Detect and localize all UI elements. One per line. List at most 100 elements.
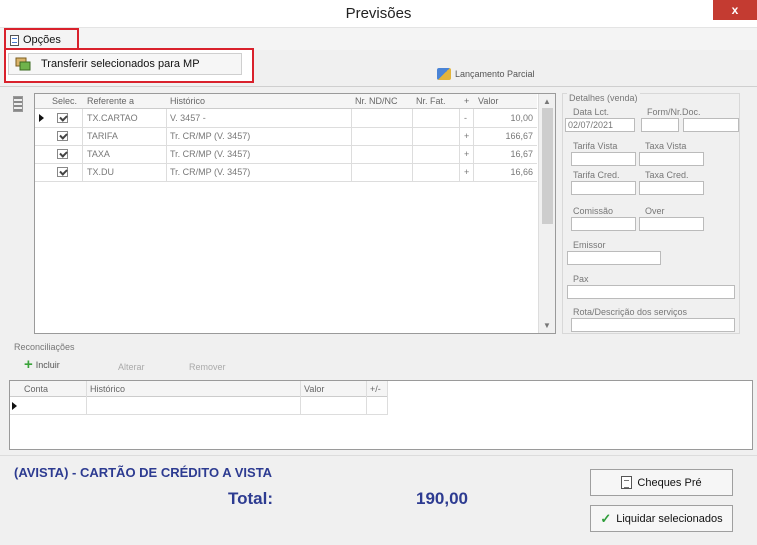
remover-button[interactable]: Remover — [189, 362, 226, 372]
taxa-vista-label: Taxa Vista — [645, 141, 687, 151]
emissor-field[interactable] — [567, 251, 661, 265]
col-divider — [366, 381, 367, 415]
row-historico: V. 3457 - — [170, 113, 206, 123]
data-lct-field[interactable]: 02/07/2021 — [565, 118, 635, 132]
col-valor[interactable]: Valor — [478, 96, 498, 106]
col-historico-recon[interactable]: Histórico — [90, 384, 125, 394]
over-field[interactable] — [639, 217, 704, 231]
comissao-label: Comissão — [573, 206, 614, 216]
table-row[interactable]: TARIFA Tr. CR/MP (V. 3457) + 166,67 — [35, 128, 537, 146]
taxa-vista-field[interactable] — [639, 152, 704, 166]
comissao-field[interactable] — [571, 217, 636, 231]
col-sinal[interactable]: + — [464, 96, 469, 106]
lancamento-parcial-icon — [437, 68, 451, 80]
row-historico: Tr. CR/MP (V. 3457) — [170, 167, 251, 177]
menu-opcoes[interactable]: Opções — [4, 28, 79, 50]
reconciliacoes-grid[interactable]: Conta Histórico Valor +/- — [9, 380, 753, 450]
taxa-cred-label: Taxa Cred. — [645, 170, 689, 180]
reconciliacoes-header: Conta Histórico Valor +/- — [10, 381, 388, 397]
col-sinal-recon[interactable]: +/- — [370, 384, 381, 394]
cheques-pre-button[interactable]: Cheques Pré — [590, 469, 733, 496]
tarifa-cred-field[interactable] — [571, 181, 636, 195]
menu-bar — [0, 28, 757, 50]
col-divider — [86, 381, 87, 415]
tarifa-cred-label: Tarifa Cred. — [573, 170, 620, 180]
row-divider — [10, 414, 388, 415]
liquidar-label: Liquidar selecionados — [616, 512, 723, 525]
form-nr-doc-label: Form/Nr.Doc. — [647, 107, 701, 117]
alterar-button[interactable]: Alterar — [118, 362, 145, 372]
cheque-icon — [621, 476, 633, 489]
incluir-button[interactable]: + Incluir — [24, 356, 60, 373]
close-button[interactable]: x — [713, 0, 757, 20]
row-historico: Tr. CR/MP (V. 3457) — [170, 149, 251, 159]
row-valor: 16,66 — [510, 167, 533, 177]
title-bar: Previsões x — [0, 0, 757, 28]
menu-opcoes-label: Opções — [23, 34, 61, 46]
over-label: Over — [645, 206, 665, 216]
plus-icon: + — [24, 356, 33, 373]
opcoes-dropdown: Transferir selecionados para MP — [4, 48, 254, 83]
col-divider — [387, 381, 388, 415]
row-valor: 10,00 — [510, 113, 533, 123]
col-selec[interactable]: Selec. — [52, 96, 77, 106]
grid-scrollbar[interactable]: ▲ ▼ — [538, 94, 555, 333]
pax-field[interactable] — [567, 285, 735, 299]
tarifa-vista-field[interactable] — [571, 152, 636, 166]
total-value: 190,00 — [416, 489, 468, 508]
options-icon — [10, 34, 19, 46]
row-sinal: + — [464, 167, 470, 177]
previsoes-window: Previsões x Opções Transferir selecionad… — [0, 0, 757, 545]
transfer-icon — [15, 57, 31, 71]
nr-doc-field[interactable] — [683, 118, 739, 132]
row-sinal: + — [464, 131, 470, 141]
liquidar-selecionados-button[interactable]: ✓ Liquidar selecionados — [590, 505, 733, 532]
forma-pagamento: (AVISTA) - CARTÃO DE CRÉDITO A VISTA — [14, 465, 273, 480]
table-row[interactable]: TX.CARTAO V. 3457 - - 10,00 — [35, 110, 537, 128]
row-valor: 166,67 — [505, 131, 533, 141]
reconciliacoes-title: Reconciliações — [14, 342, 75, 352]
menu-item-transferir[interactable]: Transferir selecionados para MP — [8, 53, 242, 75]
tarifa-vista-label: Tarifa Vista — [573, 141, 618, 151]
menu-item-transferir-label: Transferir selecionados para MP — [41, 58, 200, 70]
col-divider — [300, 381, 301, 415]
taxa-cred-field[interactable] — [639, 181, 704, 195]
col-valor-recon[interactable]: Valor — [304, 384, 324, 394]
row-checkbox[interactable] — [57, 167, 68, 177]
scroll-down-icon[interactable]: ▼ — [543, 321, 551, 330]
pax-label: Pax — [573, 274, 589, 284]
row-pointer-icon — [39, 114, 44, 122]
row-referente: TX.DU — [87, 167, 114, 177]
lancamento-parcial-button[interactable]: Lançamento Parcial — [437, 68, 535, 80]
table-row[interactable]: TAXA Tr. CR/MP (V. 3457) + 16,67 — [35, 146, 537, 164]
table-row[interactable]: TX.DU Tr. CR/MP (V. 3457) + 16,66 — [35, 164, 537, 182]
grid-options-icon[interactable] — [13, 96, 23, 112]
previsoes-grid[interactable]: Selec. Referente a Histórico Nr. ND/NC N… — [34, 93, 556, 334]
row-historico: Tr. CR/MP (V. 3457) — [170, 131, 251, 141]
data-lct-label: Data Lct. — [573, 107, 610, 117]
col-nr-fat[interactable]: Nr. Fat. — [416, 96, 446, 106]
row-referente: TARIFA — [87, 131, 118, 141]
row-sinal: + — [464, 149, 470, 159]
row-referente: TX.CARTAO — [87, 113, 138, 123]
col-conta[interactable]: Conta — [24, 384, 48, 394]
form-field[interactable] — [641, 118, 679, 132]
row-pointer-icon — [12, 402, 17, 410]
row-checkbox[interactable] — [57, 131, 68, 141]
row-referente: TAXA — [87, 149, 110, 159]
scroll-thumb[interactable] — [542, 108, 553, 224]
rota-label: Rota/Descrição dos serviços — [573, 307, 688, 317]
col-historico[interactable]: Histórico — [170, 96, 205, 106]
window-title: Previsões — [345, 5, 412, 22]
rota-field[interactable] — [571, 318, 735, 332]
row-checkbox[interactable] — [57, 113, 68, 123]
emissor-label: Emissor — [573, 240, 606, 250]
col-nd-nc[interactable]: Nr. ND/NC — [355, 96, 398, 106]
row-checkbox[interactable] — [57, 149, 68, 159]
row-valor: 16,67 — [510, 149, 533, 159]
cheques-pre-label: Cheques Pré — [637, 476, 702, 489]
col-referente[interactable]: Referente a — [87, 96, 134, 106]
tab-divider — [0, 86, 757, 87]
scroll-up-icon[interactable]: ▲ — [543, 97, 551, 106]
row-sinal: - — [464, 113, 467, 123]
